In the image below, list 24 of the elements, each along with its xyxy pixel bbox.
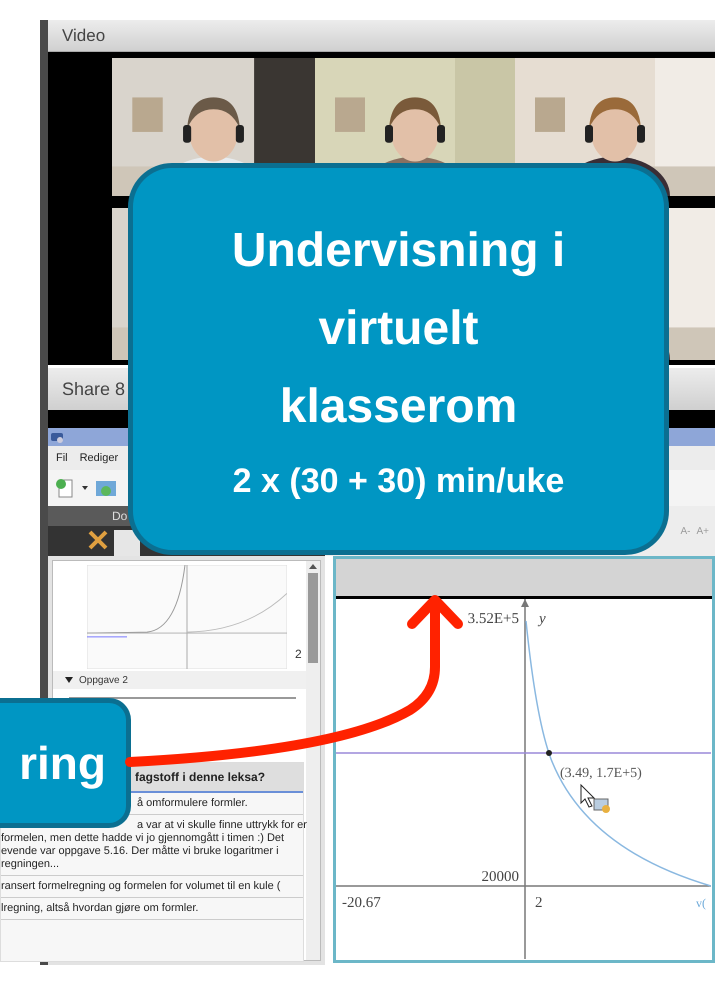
table-cell-text: regningen... [1,858,60,871]
table-cell-text: å omformulere formler. [136,797,249,810]
menu-item[interactable]: Rediger [80,450,118,466]
table-cell-text: lregning, altså hvordan gjøre om formler. [1,902,200,915]
axis-label: 20000 [482,869,519,885]
table-cell-text: formelen, men dette hadde vi jo gjennomgått i timen :) Det [1,832,286,845]
function-label: v( [696,896,706,910]
panel-title: Share 8 [62,378,126,400]
panel-title: Video [62,24,106,47]
point-label: (3.49, 1.7E+5) [560,766,642,781]
menu-item[interactable]: Fil [56,450,68,466]
callout-subtitle: 2 x (30 + 30) min/uke [232,460,564,502]
axis-label: 2 [535,895,542,911]
axis-label: 3.52E+5 [468,611,519,627]
page-number: 2 [295,646,302,663]
callout-title: Undervisning i virtuelt klasserom [230,222,566,434]
axis-label: -20.67 [342,895,381,911]
section-header[interactable]: Oppgave 2 [53,671,306,689]
table-cell-text: evende var oppgave 5.16. Der måtte vi bruke logaritmer i [1,845,280,858]
table-cell-text: ransert formelregning og formelen for volumet til en kule ( [1,880,282,893]
callout: ring [0,698,131,828]
axis-label: y [539,611,546,627]
panel-tab-label: Do [112,508,128,525]
column-header: fagstoff i denne leksa? [135,769,266,786]
